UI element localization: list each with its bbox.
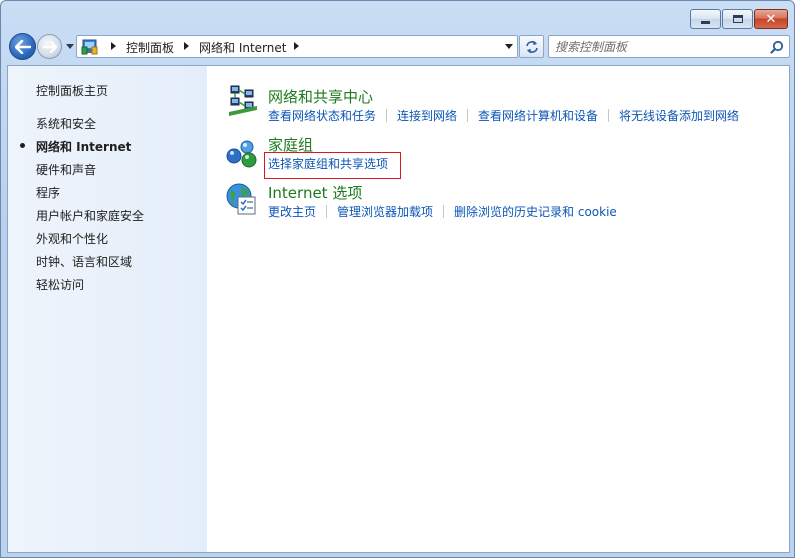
active-item-bullet-icon [20, 143, 25, 148]
homegroup-links: 选择家庭组和共享选项 [268, 155, 388, 172]
internet-options-icon[interactable] [225, 182, 259, 216]
search-box[interactable] [548, 35, 790, 58]
link-manage-add-ons[interactable]: 管理浏览器加载项 [337, 203, 433, 220]
sidebar-item-system-security[interactable]: 系统和安全 [36, 115, 96, 132]
control-panel-icon [81, 39, 98, 55]
breadcrumb-separator-icon[interactable] [111, 42, 116, 50]
address-dropdown-icon[interactable] [505, 44, 513, 49]
chevron-down-icon [65, 43, 74, 49]
link-delete-browsing-history[interactable]: 删除浏览的历史记录和 cookie [454, 203, 617, 220]
main-panel: 网络和共享中心 查看网络状态和任务 连接到网络 查看网络计算机和设备 将无线设备… [207, 66, 789, 552]
link-add-wireless-device[interactable]: 将无线设备添加到网络 [619, 107, 739, 124]
sidebar-item-programs[interactable]: 程序 [36, 184, 60, 201]
close-button[interactable]: ✕ [754, 9, 788, 29]
category-title-network-sharing[interactable]: 网络和共享中心 [268, 86, 373, 107]
link-separator [608, 109, 610, 122]
sidebar-item-user-accounts[interactable]: 用户帐户和家庭安全 [36, 207, 144, 224]
sidebar-item-clock-language[interactable]: 时钟、语言和区域 [36, 253, 132, 270]
navigation-bar: 控制面板 网络和 Internet [7, 32, 790, 62]
breadcrumb-control-panel[interactable]: 控制面板 [126, 39, 174, 56]
link-separator [326, 205, 328, 218]
sidebar-home-link[interactable]: 控制面板主页 [36, 82, 108, 99]
network-sharing-links: 查看网络状态和任务 连接到网络 查看网络计算机和设备 将无线设备添加到网络 [268, 107, 739, 124]
breadcrumb-separator-icon[interactable] [294, 42, 299, 50]
link-homegroup-sharing-options[interactable]: 选择家庭组和共享选项 [268, 155, 388, 172]
search-input[interactable] [555, 38, 755, 55]
link-change-homepage[interactable]: 更改主页 [268, 203, 316, 220]
link-separator [386, 109, 388, 122]
link-connect-to-network[interactable]: 连接到网络 [397, 107, 457, 124]
category-title-internet-options[interactable]: Internet 选项 [268, 182, 362, 203]
address-bar[interactable]: 控制面板 网络和 Internet [76, 35, 518, 58]
control-panel-window: ✕ 控制面板 网络和 Internet 搜索控制面板 控制面板主页 系统和安全 … [0, 0, 795, 558]
recent-pages-button[interactable] [65, 42, 74, 51]
sidebar-item-appearance[interactable]: 外观和个性化 [36, 230, 108, 247]
breadcrumb-separator-icon[interactable] [184, 42, 189, 50]
internet-options-links: 更改主页 管理浏览器加载项 删除浏览的历史记录和 cookie [268, 203, 617, 220]
link-view-network-status[interactable]: 查看网络状态和任务 [268, 107, 376, 124]
link-view-network-computers[interactable]: 查看网络计算机和设备 [478, 107, 598, 124]
search-icon[interactable] [770, 40, 784, 54]
back-button[interactable] [9, 33, 36, 60]
breadcrumb-network-internet[interactable]: 网络和 Internet [199, 39, 286, 56]
maximize-icon [732, 15, 743, 23]
forward-button[interactable] [37, 34, 62, 59]
link-separator [467, 109, 469, 122]
refresh-icon [525, 40, 538, 53]
link-separator [443, 205, 445, 218]
refresh-button[interactable] [519, 35, 544, 58]
content-area: 控制面板主页 系统和安全 网络和 Internet 硬件和声音 程序 用户帐户和… [7, 65, 790, 553]
sidebar-item-network-internet[interactable]: 网络和 Internet [36, 138, 131, 155]
back-arrow-icon [14, 39, 31, 54]
sidebar-item-ease-of-access[interactable]: 轻松访问 [36, 276, 84, 293]
close-icon: ✕ [765, 11, 777, 27]
sidebar-item-hardware-sound[interactable]: 硬件和声音 [36, 161, 96, 178]
sidebar: 控制面板主页 系统和安全 网络和 Internet 硬件和声音 程序 用户帐户和… [8, 66, 207, 552]
network-sharing-center-icon[interactable] [227, 84, 261, 118]
forward-arrow-icon [42, 40, 57, 53]
minimize-button[interactable] [690, 9, 721, 29]
minimize-icon [701, 20, 710, 24]
maximize-button[interactable] [722, 9, 753, 29]
homegroup-icon[interactable] [225, 136, 259, 170]
caption-buttons: ✕ [690, 9, 788, 29]
